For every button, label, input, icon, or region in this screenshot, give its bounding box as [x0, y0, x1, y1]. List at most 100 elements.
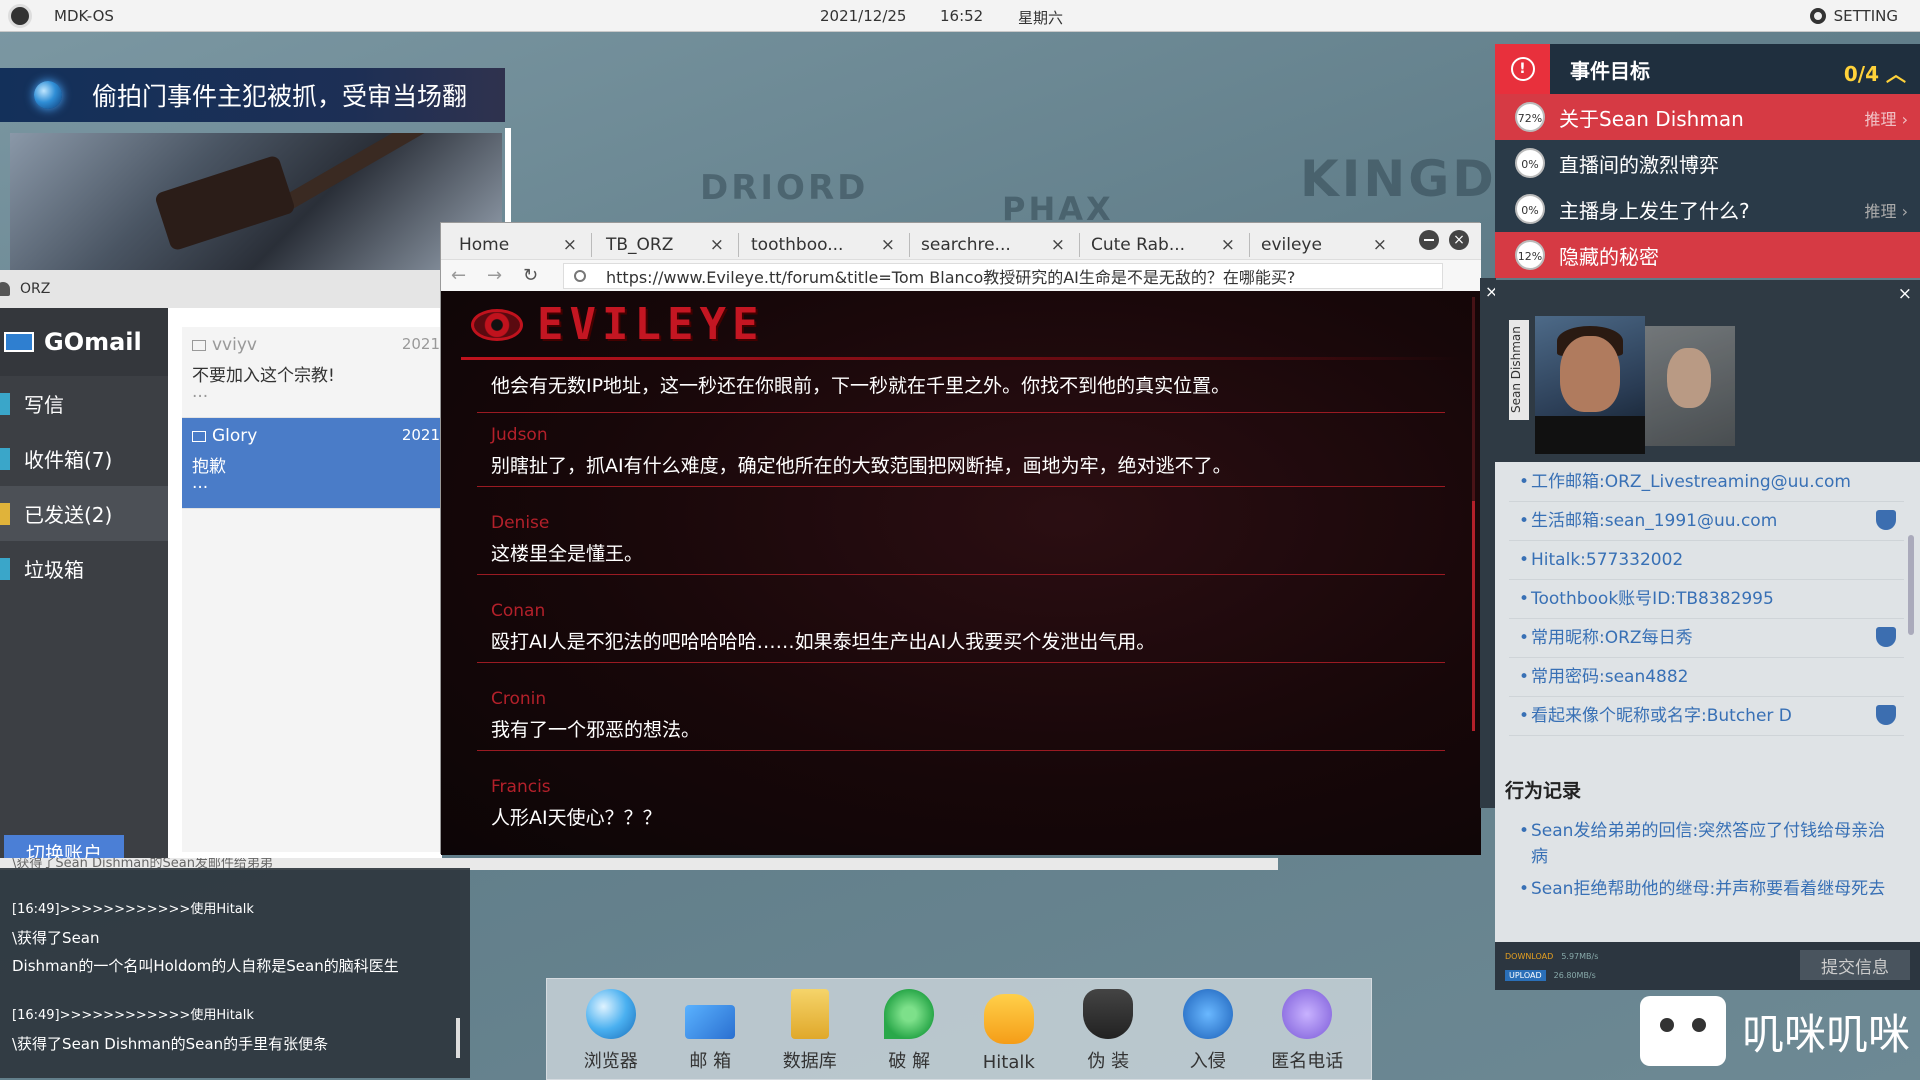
os-name: MDK-OS [54, 7, 114, 25]
behavior-item[interactable]: Sean发给弟弟的回信:突然答应了付钱给母亲治病 [1509, 816, 1904, 874]
browser-tab-bar: Home × TB_ORZ × toothboo... × searchre..… [441, 223, 1481, 259]
info-item[interactable]: 常用昵称:ORZ每日秀 [1509, 619, 1904, 658]
portrait-sean[interactable] [1535, 316, 1645, 454]
close-icon[interactable]: × [563, 235, 577, 255]
post-author[interactable]: Judson [477, 425, 1445, 451]
objective-item[interactable]: 0% 直播间的激烈博弈 [1495, 140, 1920, 186]
mail-nav-sent[interactable]: 已发送(2) [0, 486, 168, 541]
dock-anonymous-call[interactable]: 匿名电话 [1259, 989, 1355, 1079]
behavior-item[interactable]: Sean拒绝帮助他的继母:并声称要看着继母死去 [1509, 874, 1904, 906]
submit-info-button[interactable]: 提交信息 [1800, 950, 1910, 980]
objectives-count: 0/4 ︿ [1844, 58, 1906, 87]
close-icon[interactable]: × [1373, 235, 1387, 255]
url-field[interactable]: https://www.Evileye.tt/forum&title=Tom B… [563, 263, 1443, 289]
info-item[interactable]: 工作邮箱:ORZ_Livestreaming@uu.com [1509, 463, 1904, 502]
info-item[interactable]: Toothbook账号ID:TB8382995 [1509, 580, 1904, 619]
mail-list-item[interactable]: vviyv 2021 不要加入这个宗教! ... [182, 327, 442, 418]
forum-post: Cronin 我有了一个邪恶的想法。 [477, 679, 1445, 751]
info-item[interactable]: 生活邮箱:sean_1991@uu.com [1509, 502, 1904, 541]
tab-label: Home [459, 235, 510, 255]
download-speed: 5.97MB/s [1561, 952, 1599, 961]
info-text: Hitalk:577332002 [1531, 550, 1684, 570]
forum-page: EVILEYE 他会有无数IP地址，这一秒还在你眼前，下一秒就在千里之外。你找不… [441, 291, 1481, 855]
mail-nav-compose[interactable]: 写信 [0, 376, 168, 431]
portrait-secondary[interactable] [1645, 326, 1735, 446]
close-icon[interactable]: × [710, 235, 724, 255]
dock-browser[interactable]: 浏览器 [563, 989, 659, 1079]
info-item[interactable]: 常用密码:sean4882 [1509, 658, 1904, 697]
post-text: 他会有无数IP地址，这一秒还在你眼前，下一秒就在千里之外。你找不到他的真实位置。 [491, 375, 1231, 397]
browser-tab[interactable]: searchre... × [911, 231, 1077, 259]
browser-tab[interactable]: Home × [449, 231, 589, 259]
back-arrow-icon[interactable]: ← [451, 265, 466, 286]
objective-item[interactable]: 72% 关于Sean Dishman 推理 › [1495, 94, 1920, 140]
objective-item[interactable]: 0% 主播身上发生了什么? 推理 › [1495, 186, 1920, 232]
hitalk-icon [983, 994, 1034, 1044]
window-close-button[interactable]: × [1449, 230, 1469, 250]
profile-scrollbar[interactable] [1908, 535, 1914, 635]
close-icon[interactable]: × [881, 235, 895, 255]
post-author[interactable]: Francis [477, 777, 1445, 803]
behavior-list: Sean发给弟弟的回信:突然答应了付钱给母亲治病 Sean拒绝帮助他的继母:并声… [1509, 816, 1904, 916]
chevron-up-icon[interactable]: ︿ [1886, 62, 1906, 86]
shield-icon[interactable] [1876, 510, 1896, 530]
info-item[interactable]: 看起来像个昵称或名字:Butcher D [1509, 697, 1904, 736]
objectives-title: 事件目标 [1570, 58, 1650, 83]
log-scrollbar[interactable] [456, 1018, 460, 1058]
profile-header: × Sean Dishman [1495, 280, 1920, 462]
shield-icon[interactable] [1876, 627, 1896, 647]
browser-tab[interactable]: Cute Rab... × [1081, 231, 1247, 259]
minimize-button[interactable] [1419, 230, 1439, 250]
user-icon [0, 282, 10, 296]
dock-disguise[interactable]: 伪 装 [1060, 989, 1156, 1079]
tab-separator [909, 233, 910, 257]
clock-weekday: 星期六 [1018, 9, 1064, 27]
profile-info-list: 工作邮箱:ORZ_Livestreaming@uu.com 生活邮箱:sean_… [1509, 463, 1904, 736]
mail-nav-trash[interactable]: 垃圾箱 [0, 541, 168, 596]
alert-icon-wrap: ! [1495, 44, 1550, 94]
forward-arrow-icon[interactable]: → [487, 265, 502, 286]
close-icon[interactable]: × [1898, 284, 1912, 304]
portrait-face [1560, 336, 1620, 412]
post-author[interactable]: Cronin [477, 689, 1445, 715]
info-item[interactable]: Hitalk:577332002 [1509, 541, 1904, 580]
forum-post: Judson 别瞎扯了，抓AI有什么难度，确定他所在的大致范围把网断掉，画地为牢… [477, 415, 1445, 487]
setting-button[interactable]: SETTING [1809, 7, 1898, 25]
mail-list-item-selected[interactable]: Glory 2021 抱歉 ... [182, 418, 442, 509]
infer-link[interactable]: 推理 › [1864, 106, 1908, 130]
mail-nav-inbox[interactable]: 收件箱(7) [0, 431, 168, 486]
post-author[interactable]: Denise [477, 513, 1445, 539]
dock-hitalk[interactable]: Hitalk [961, 994, 1057, 1079]
post-author[interactable]: Conan [477, 601, 1445, 627]
mail-nav-label: 已发送(2) [24, 503, 113, 527]
browser-tab-active[interactable]: evileye × [1251, 231, 1399, 259]
browser-tab[interactable]: toothboo... × [741, 231, 907, 259]
objectives-header[interactable]: ! 事件目标 0/4 ︿ [1495, 44, 1920, 94]
close-icon[interactable]: × [1051, 235, 1065, 255]
browser-tab[interactable]: TB_ORZ × [596, 231, 736, 259]
dock-invade[interactable]: 入侵 [1160, 989, 1256, 1079]
infer-link[interactable]: 推理 › [1864, 198, 1908, 222]
database-icon [790, 989, 829, 1039]
page-scroll-thumb[interactable] [1472, 501, 1475, 731]
info-text: 生活邮箱:sean_1991@uu.com [1531, 511, 1778, 531]
dock-label: 邮 箱 [689, 1051, 732, 1072]
dock-database[interactable]: 数据库 [762, 989, 858, 1079]
forum-post: Conan 殴打AI人是不犯法的吧哈哈哈哈……如果泰坦生产出AI人我要买个发泄出… [477, 591, 1445, 663]
shield-icon[interactable] [1876, 705, 1896, 725]
objective-item[interactable]: 12% 隐藏的秘密 [1495, 232, 1920, 278]
post-text: 殴打AI人是不犯法的吧哈哈哈哈……如果泰坦生产出AI人我要买个发泄出气用。 [491, 631, 1156, 653]
dock-mail[interactable]: 邮 箱 [662, 997, 758, 1079]
reload-icon[interactable]: ↻ [523, 265, 538, 286]
dock-crack[interactable]: 破 解 [861, 989, 957, 1079]
gavel-handle [278, 133, 442, 213]
log-text: \获得了Sean Dishman的Sean的手里有张便条 [12, 1035, 329, 1053]
gear-icon [1809, 8, 1826, 24]
info-icon: ! [1510, 57, 1535, 81]
progress-badge: 72% [1515, 102, 1545, 132]
os-logo-icon[interactable] [8, 4, 32, 28]
close-icon[interactable]: × [1221, 235, 1235, 255]
post-text: 人形AI天使心？？？ [491, 807, 662, 829]
news-banner[interactable]: 偷拍门事件主犯被抓，受审当场翻 [0, 68, 505, 122]
mail-nav-label: 垃圾箱 [24, 558, 84, 582]
